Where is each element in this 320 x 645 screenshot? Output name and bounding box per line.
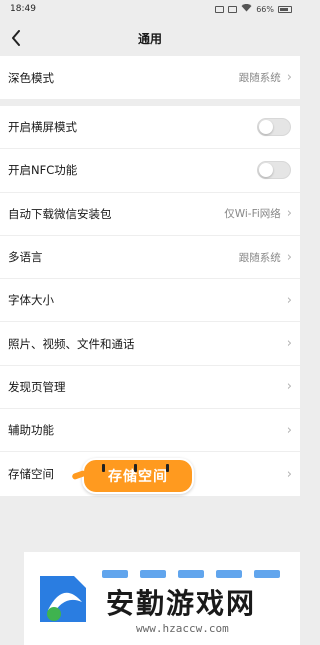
row-label: 自动下载微信安装包 — [8, 206, 112, 221]
wifi-icon — [241, 3, 252, 14]
row-nfc[interactable]: 开启NFC功能 — [0, 149, 300, 193]
settings-group-display: 深色模式 跟随系统 › — [0, 56, 300, 100]
row-label: 开启NFC功能 — [8, 163, 78, 178]
row-accessibility[interactable]: 辅助功能 › — [0, 409, 300, 453]
row-label: 多语言 — [8, 250, 43, 265]
chevron-right-icon: › — [286, 422, 292, 438]
chevron-right-icon: › — [286, 206, 292, 222]
nfc-toggle[interactable] — [257, 161, 291, 180]
nav-bar: 通用 — [0, 20, 300, 56]
back-arrow-icon[interactable] — [4, 26, 28, 50]
watermark-url: www.hzaccw.com — [136, 622, 229, 635]
notification-icon — [228, 5, 238, 13]
storage-annotation-sticker: 存储空间 — [82, 458, 194, 494]
row-label: 辅助功能 — [8, 423, 54, 438]
row-landscape-mode[interactable]: 开启横屏模式 — [0, 106, 300, 150]
row-font-size[interactable]: 字体大小 › — [0, 279, 300, 323]
row-label: 存储空间 — [8, 467, 54, 482]
status-bar: 18:49 66% — [0, 0, 300, 18]
battery-percent: 66% — [256, 4, 274, 14]
status-icons: 66% — [215, 3, 292, 14]
chevron-right-icon: › — [286, 336, 292, 352]
chevron-right-icon: › — [286, 379, 292, 395]
row-media-files[interactable]: 照片、视频、文件和通话 › — [0, 322, 300, 366]
status-time: 18:49 — [10, 4, 36, 14]
site-watermark: 安勤游戏网 www.hzaccw.com — [24, 552, 300, 645]
row-label: 照片、视频、文件和通话 — [8, 336, 135, 351]
chevron-right-icon: › — [286, 70, 292, 86]
watermark-logo-icon — [40, 576, 86, 622]
chevron-right-icon: › — [286, 292, 292, 308]
row-dark-mode[interactable]: 深色模式 跟随系统 › — [0, 56, 300, 99]
row-value: 跟随系统 — [238, 251, 281, 264]
row-auto-download[interactable]: 自动下载微信安装包 仅Wi-Fi网络 › — [0, 193, 300, 236]
sim-icon — [215, 5, 225, 13]
row-value: 跟随系统 — [238, 72, 281, 85]
landscape-toggle[interactable] — [257, 118, 291, 137]
row-language[interactable]: 多语言 跟随系统 › — [0, 236, 300, 280]
row-label: 字体大小 — [8, 293, 54, 308]
row-value: 仅Wi-Fi网络 — [224, 208, 281, 221]
page-title: 通用 — [137, 31, 162, 46]
chevron-right-icon: › — [286, 249, 292, 265]
row-label: 发现页管理 — [8, 379, 66, 394]
battery-icon — [278, 5, 292, 13]
watermark-title: 安勤游戏网 — [106, 587, 257, 620]
row-label: 深色模式 — [8, 70, 54, 85]
watermark-decoration — [102, 570, 280, 578]
row-discover-management[interactable]: 发现页管理 › — [0, 366, 300, 410]
settings-group-general: 开启横屏模式 开启NFC功能 自动下载微信安装包 仅Wi-Fi网络 › 多语言 … — [0, 106, 300, 496]
chevron-right-icon: › — [286, 466, 292, 482]
row-label: 开启横屏模式 — [8, 120, 77, 135]
sticker-text: 存储空间 — [108, 469, 168, 485]
